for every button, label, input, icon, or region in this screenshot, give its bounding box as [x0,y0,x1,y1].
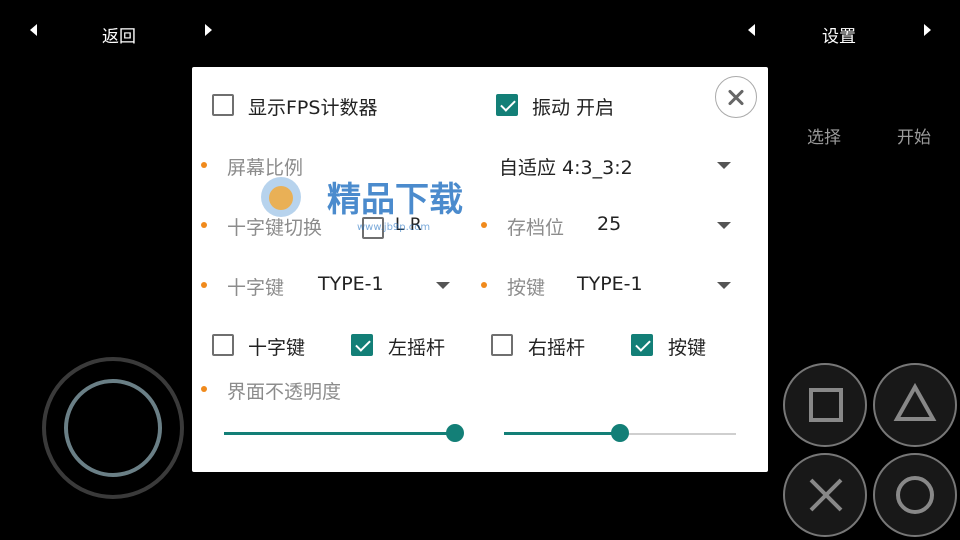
analog-stick-inner[interactable] [64,379,162,477]
aspect-dropdown-icon[interactable] [717,162,731,169]
bullet-dot [201,222,207,228]
button-type-select[interactable]: TYPE-1 [577,273,643,295]
opacity-slider-2-thumb[interactable] [611,424,629,442]
start-button[interactable]: 开始 [897,123,931,148]
bullet-dot [481,282,487,288]
opacity-slider-2-track[interactable] [620,433,736,435]
show-left-stick-label: 左摇杆 [388,337,446,359]
show-fps-label: 显示FPS计数器 [248,97,378,119]
cross-button[interactable] [783,453,867,537]
right-next-arrow-icon[interactable] [924,24,931,36]
bullet-dot [201,282,207,288]
opacity-slider-1-fill [224,432,455,435]
dpad-switch-checkbox[interactable] [362,217,384,239]
aspect-select[interactable]: 自适应 4:3_3:2 [499,153,633,180]
left-prev-arrow-icon[interactable] [30,24,37,36]
circle-button[interactable] [873,453,957,537]
triangle-button[interactable] [873,363,957,447]
button-type-label: 按键 [507,277,546,299]
square-icon [809,388,843,422]
settings-dialog: 显示FPS计数器 振动 开启 屏幕比例 自适应 4:3_3:2 十字键切换 L … [192,67,768,472]
show-right-stick-checkbox[interactable] [491,334,513,356]
show-dpad-checkbox[interactable] [212,334,234,356]
select-button[interactable]: 选择 [807,123,841,148]
vibration-checkbox[interactable] [496,94,518,116]
circle-icon [896,476,934,514]
triangle-icon [893,382,937,421]
opacity-slider-2-fill [504,432,620,435]
show-buttons-label: 按键 [668,337,707,359]
square-button[interactable] [783,363,867,447]
show-buttons-checkbox[interactable] [631,334,653,356]
opacity-label: 界面不透明度 [227,381,342,403]
bullet-dot [201,162,207,168]
bullet-dot [481,222,487,228]
back-label[interactable]: 返回 [102,22,136,47]
vibration-label: 振动 开启 [532,97,615,119]
left-next-arrow-icon[interactable] [205,24,212,36]
dpad-switch-label: 十字键切换 [227,217,323,239]
right-prev-arrow-icon[interactable] [748,24,755,36]
save-slot-select[interactable]: 25 [597,213,621,235]
dpad-type-select[interactable]: TYPE-1 [318,273,384,295]
save-slot-label: 存档位 [507,217,565,239]
show-left-stick-checkbox[interactable] [351,334,373,356]
aspect-label: 屏幕比例 [227,157,304,179]
bullet-dot [201,386,207,392]
close-icon[interactable] [715,76,757,118]
button-type-dropdown-icon[interactable] [717,282,731,289]
cross-icon [809,478,843,512]
opacity-slider-1-thumb[interactable] [446,424,464,442]
settings-label[interactable]: 设置 [822,22,856,47]
show-right-stick-label: 右摇杆 [528,337,586,359]
dpad-switch-value: L R [395,215,422,235]
show-fps-checkbox[interactable] [212,94,234,116]
dpad-type-dropdown-icon[interactable] [436,282,450,289]
show-dpad-label: 十字键 [248,337,306,359]
save-slot-dropdown-icon[interactable] [717,222,731,229]
dpad-type-label: 十字键 [227,277,285,299]
